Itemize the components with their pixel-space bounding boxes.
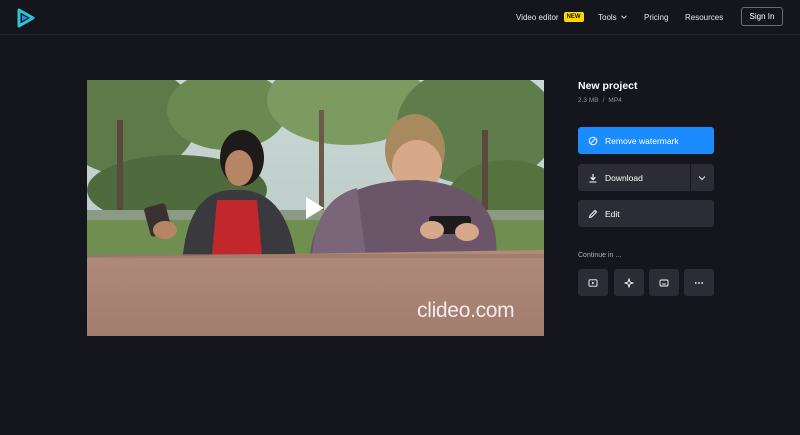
video-watermark: clideo.com	[417, 299, 515, 322]
download-icon	[589, 173, 597, 183]
meta-separator: /	[602, 97, 605, 104]
top-header: Video editor NEW Tools Pricing Resources…	[0, 0, 800, 35]
sign-in-button[interactable]: Sign In	[741, 7, 783, 26]
download-options-chevron-down-icon[interactable]	[697, 173, 707, 183]
chevron-down-icon	[620, 15, 627, 19]
play-icon[interactable]	[301, 195, 327, 221]
subtitles-icon	[659, 279, 669, 286]
continue-in-label: Continue in ...	[578, 252, 622, 259]
sparkle-icon	[624, 277, 634, 288]
new-badge: NEW	[563, 12, 584, 22]
no-sign-icon	[588, 136, 598, 145]
edit-button[interactable]: Edit	[578, 200, 714, 227]
file-size: 2.3 MB	[578, 97, 599, 104]
edit-label: Edit	[605, 208, 620, 219]
nav-tools-label: Tools	[598, 12, 617, 22]
remove-watermark-button[interactable]: Remove watermark	[578, 127, 714, 154]
download-label: Download	[605, 172, 643, 183]
pencil-icon	[588, 209, 598, 218]
continue-sparkle-button[interactable]	[614, 269, 644, 296]
nav-pricing-label: Pricing	[644, 12, 669, 22]
nav-tools[interactable]: Tools	[598, 0, 627, 34]
project-title: New project	[578, 80, 638, 92]
nav-resources-label: Resources	[685, 12, 724, 22]
nav-resources[interactable]: Resources	[685, 0, 723, 34]
nav-video-editor[interactable]: Video editor NEW	[516, 0, 584, 34]
continue-subtitles-button[interactable]	[649, 269, 679, 296]
remove-watermark-label: Remove watermark	[605, 135, 679, 146]
clideo-logo-icon[interactable]	[16, 8, 36, 28]
download-split-divider	[690, 164, 691, 191]
more-icon	[694, 281, 704, 284]
file-format: MP4	[608, 97, 622, 104]
nav-video-editor-label: Video editor	[516, 12, 559, 22]
video-player-icon	[588, 278, 598, 287]
continue-more-button[interactable]	[684, 269, 714, 296]
continue-video-player-button[interactable]	[578, 269, 608, 296]
download-button[interactable]: Download	[578, 164, 714, 191]
video-preview[interactable]	[87, 80, 544, 336]
project-meta: 2.3 MB / MP4	[578, 97, 622, 104]
nav-pricing[interactable]: Pricing	[644, 0, 668, 34]
